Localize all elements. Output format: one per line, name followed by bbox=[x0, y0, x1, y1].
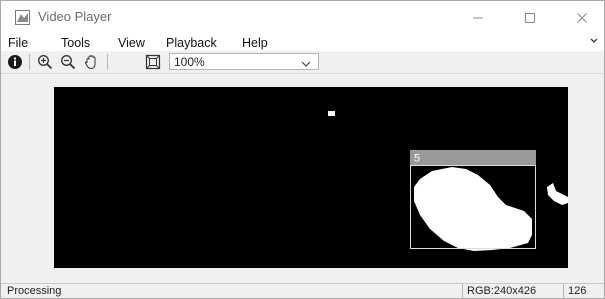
toolbar: 100% bbox=[1, 51, 604, 74]
toolbar-separator bbox=[29, 54, 30, 70]
zoom-value: 100% bbox=[174, 55, 205, 69]
video-player-window: Video Player File Tools View Playback He… bbox=[0, 0, 605, 299]
title-bar[interactable]: Video Player bbox=[1, 1, 604, 35]
frame-number: 126 bbox=[563, 284, 604, 298]
status-bar: Processing RGB:240x426 126 bbox=[1, 283, 604, 298]
maximize-icon[interactable] bbox=[512, 7, 548, 29]
image-info: RGB:240x426 bbox=[462, 284, 563, 298]
status-text: Processing bbox=[7, 285, 62, 297]
menu-bar: File Tools View Playback Help bbox=[1, 35, 604, 51]
pan-hand-icon[interactable] bbox=[83, 54, 99, 70]
window-title: Video Player bbox=[38, 9, 112, 24]
matlab-icon bbox=[15, 10, 30, 25]
detection-label: 5 bbox=[414, 153, 420, 165]
zoom-out-icon[interactable] bbox=[60, 54, 76, 70]
close-icon[interactable] bbox=[564, 7, 600, 29]
chevron-icon[interactable] bbox=[590, 35, 598, 51]
video-frame[interactable]: 5 bbox=[54, 87, 568, 268]
menu-view[interactable]: View bbox=[118, 35, 145, 51]
zoom-dropdown[interactable]: 100% bbox=[169, 53, 319, 70]
detection-label-bar bbox=[410, 150, 536, 165]
menu-file[interactable]: File bbox=[8, 35, 28, 51]
info-icon[interactable] bbox=[7, 54, 23, 70]
zoom-in-icon[interactable] bbox=[37, 54, 53, 70]
foreground-speck bbox=[328, 111, 335, 116]
toolbar-separator bbox=[107, 54, 108, 70]
fit-to-window-icon[interactable] bbox=[145, 54, 161, 70]
chevron-down-icon bbox=[301, 57, 311, 67]
video-viewport: 5 bbox=[1, 74, 604, 277]
menu-tools[interactable]: Tools bbox=[61, 35, 90, 51]
menu-playback[interactable]: Playback bbox=[166, 35, 217, 51]
menu-help[interactable]: Help bbox=[242, 35, 268, 51]
minimize-icon[interactable] bbox=[460, 7, 496, 29]
